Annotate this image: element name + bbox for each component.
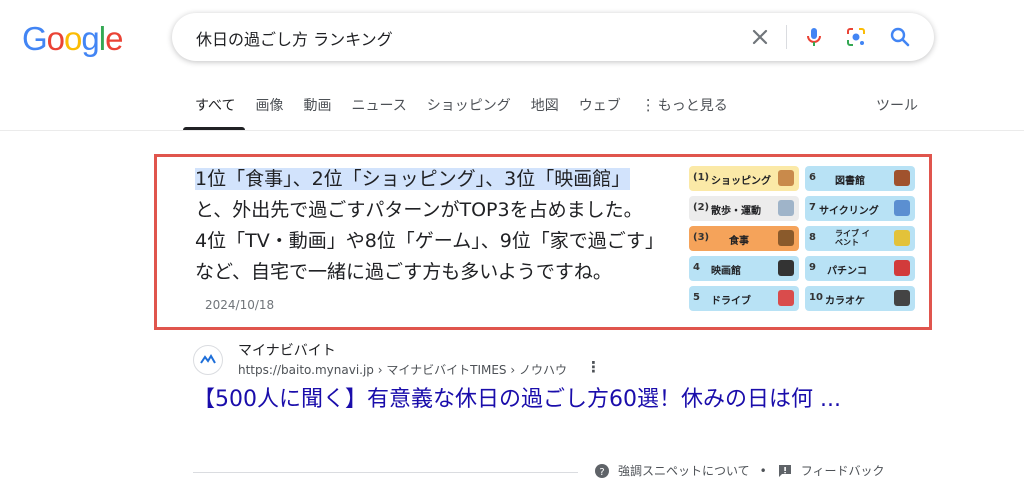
search-bar[interactable]: 休日の過ごし方 ランキング — [172, 13, 934, 61]
ranking-number: 7 — [809, 202, 816, 213]
walking-icon — [778, 200, 794, 216]
ranking-image[interactable]: (1) ショッピング (2) 散歩・運動 (3) 食事 4 映画館 5 ドライブ… — [689, 166, 915, 314]
svg-text:?: ? — [599, 467, 604, 478]
footer-divider — [193, 472, 578, 473]
ranking-label: ショッピング — [711, 176, 771, 187]
ranking-item: (1) ショッピング — [689, 166, 799, 191]
featured-snippet: 1位「食事」、2位「ショッピング」、3位「映画館」と、外出先で過ごすパターンがT… — [154, 154, 932, 330]
more-vert-icon: ⋮ — [640, 96, 656, 114]
tab-news[interactable]: ニュース — [341, 84, 416, 130]
tab-more[interactable]: ⋮ もっと見る — [631, 84, 738, 130]
tab-shopping[interactable]: ショッピング — [417, 84, 521, 130]
search-input[interactable]: 休日の過ごし方 ランキング — [196, 26, 393, 50]
logo-letter: e — [105, 20, 123, 57]
google-logo[interactable]: Google — [22, 20, 123, 58]
pachinko-icon — [894, 260, 910, 276]
car-icon — [778, 290, 794, 306]
logo-letter: G — [22, 20, 48, 57]
source-site-name[interactable]: マイナビバイト — [238, 340, 336, 360]
ranking-label: 食事 — [729, 236, 749, 247]
food-icon — [778, 230, 794, 246]
lens-icon[interactable] — [844, 25, 868, 49]
ranking-label: カラオケ — [825, 296, 865, 307]
tabs-divider — [0, 130, 1024, 131]
help-icon: ? — [594, 463, 610, 479]
logo-letter: o — [64, 20, 82, 57]
ranking-column-right: 6 図書館 7 サイクリング 8 ライブ イベント 9 パチンコ 10 カラオケ — [805, 166, 915, 316]
feedback-link[interactable]: フィードバック — [801, 462, 885, 479]
ranking-item: (3) 食事 — [689, 226, 799, 251]
ranking-item: 5 ドライブ — [689, 286, 799, 311]
mic-icon[interactable] — [802, 25, 826, 49]
tab-images[interactable]: 画像 — [245, 84, 293, 130]
search-divider — [786, 25, 787, 49]
ranking-number: (1) — [693, 172, 710, 183]
ranking-item: 7 サイクリング — [805, 196, 915, 221]
ranking-number: 5 — [693, 292, 700, 303]
ranking-item: 4 映画館 — [689, 256, 799, 281]
ranking-number: 6 — [809, 172, 816, 183]
tab-more-label: もっと見る — [657, 98, 728, 114]
library-icon — [894, 170, 910, 186]
snippet-footer: ? 強調スニペットについて • フィードバック — [594, 462, 885, 479]
logo-letter: g — [81, 20, 99, 57]
footer-separator: • — [759, 463, 767, 478]
ranking-number: 4 — [693, 262, 700, 273]
snippet-date: 2024/10/18 — [205, 298, 275, 312]
ranking-number: 8 — [809, 232, 816, 243]
ranking-number: 10 — [809, 292, 823, 303]
snippet-highlight: 1位「食事」、2位「ショッピング」、3位「映画館」 — [195, 168, 631, 190]
ranking-item: 8 ライブ イベント — [805, 226, 915, 251]
tab-web[interactable]: ウェブ — [569, 84, 631, 130]
ranking-item: 9 パチンコ — [805, 256, 915, 281]
ranking-column-left: (1) ショッピング (2) 散歩・運動 (3) 食事 4 映画館 5 ドライブ — [689, 166, 799, 316]
snippet-body: と、外出先で過ごすパターンがTOP3を占めました。 4位「TV・動画」や8位「ゲ… — [195, 199, 655, 283]
site-favicon[interactable] — [193, 345, 223, 375]
ranking-label: ライブ イベント — [835, 229, 870, 247]
ranking-item: 6 図書館 — [805, 166, 915, 191]
about-snippets-link[interactable]: 強調スニペットについて — [618, 462, 750, 479]
bicycle-icon — [894, 200, 910, 216]
ranking-label: パチンコ — [827, 266, 867, 277]
movie-icon — [778, 260, 794, 276]
tab-all[interactable]: すべて — [183, 84, 246, 130]
tab-maps[interactable]: 地図 — [521, 84, 569, 130]
person-icon — [778, 170, 794, 186]
tools-button[interactable]: ツール — [876, 95, 918, 115]
result-title-link[interactable]: 【500人に聞く】有意義な休日の過ごし方60選！休みの日は何 ... — [193, 384, 873, 415]
ranking-label: 散歩・運動 — [711, 206, 761, 217]
ranking-label: 映画館 — [711, 266, 741, 277]
ranking-number: 9 — [809, 262, 816, 273]
search-icon[interactable] — [888, 25, 912, 49]
feedback-icon — [777, 463, 793, 479]
tab-videos[interactable]: 動画 — [293, 84, 341, 130]
ranking-item: (2) 散歩・運動 — [689, 196, 799, 221]
search-tabs: すべて 画像 動画 ニュース ショッピング 地図 ウェブ ⋮ もっと見る — [183, 84, 738, 130]
mynavi-logo-icon — [200, 354, 216, 364]
ranking-label: ドライブ — [711, 296, 751, 307]
ranking-number: (2) — [693, 202, 710, 213]
ranking-item: 10 カラオケ — [805, 286, 915, 311]
ranking-number: (3) — [693, 232, 710, 243]
ranking-label: 図書館 — [835, 176, 865, 187]
ranking-label: サイクリング — [819, 206, 879, 217]
logo-letter: o — [46, 20, 65, 57]
microphone-icon — [894, 290, 910, 306]
close-icon[interactable] — [748, 25, 772, 49]
more-vert-icon[interactable]: ⋮ — [586, 358, 601, 376]
source-url[interactable]: https://baito.mynavi.jp › マイナビバイトTIMES ›… — [238, 361, 567, 378]
concert-icon — [894, 230, 910, 246]
snippet-text: 1位「食事」、2位「ショッピング」、3位「映画館」と、外出先で過ごすパターンがT… — [195, 164, 655, 321]
